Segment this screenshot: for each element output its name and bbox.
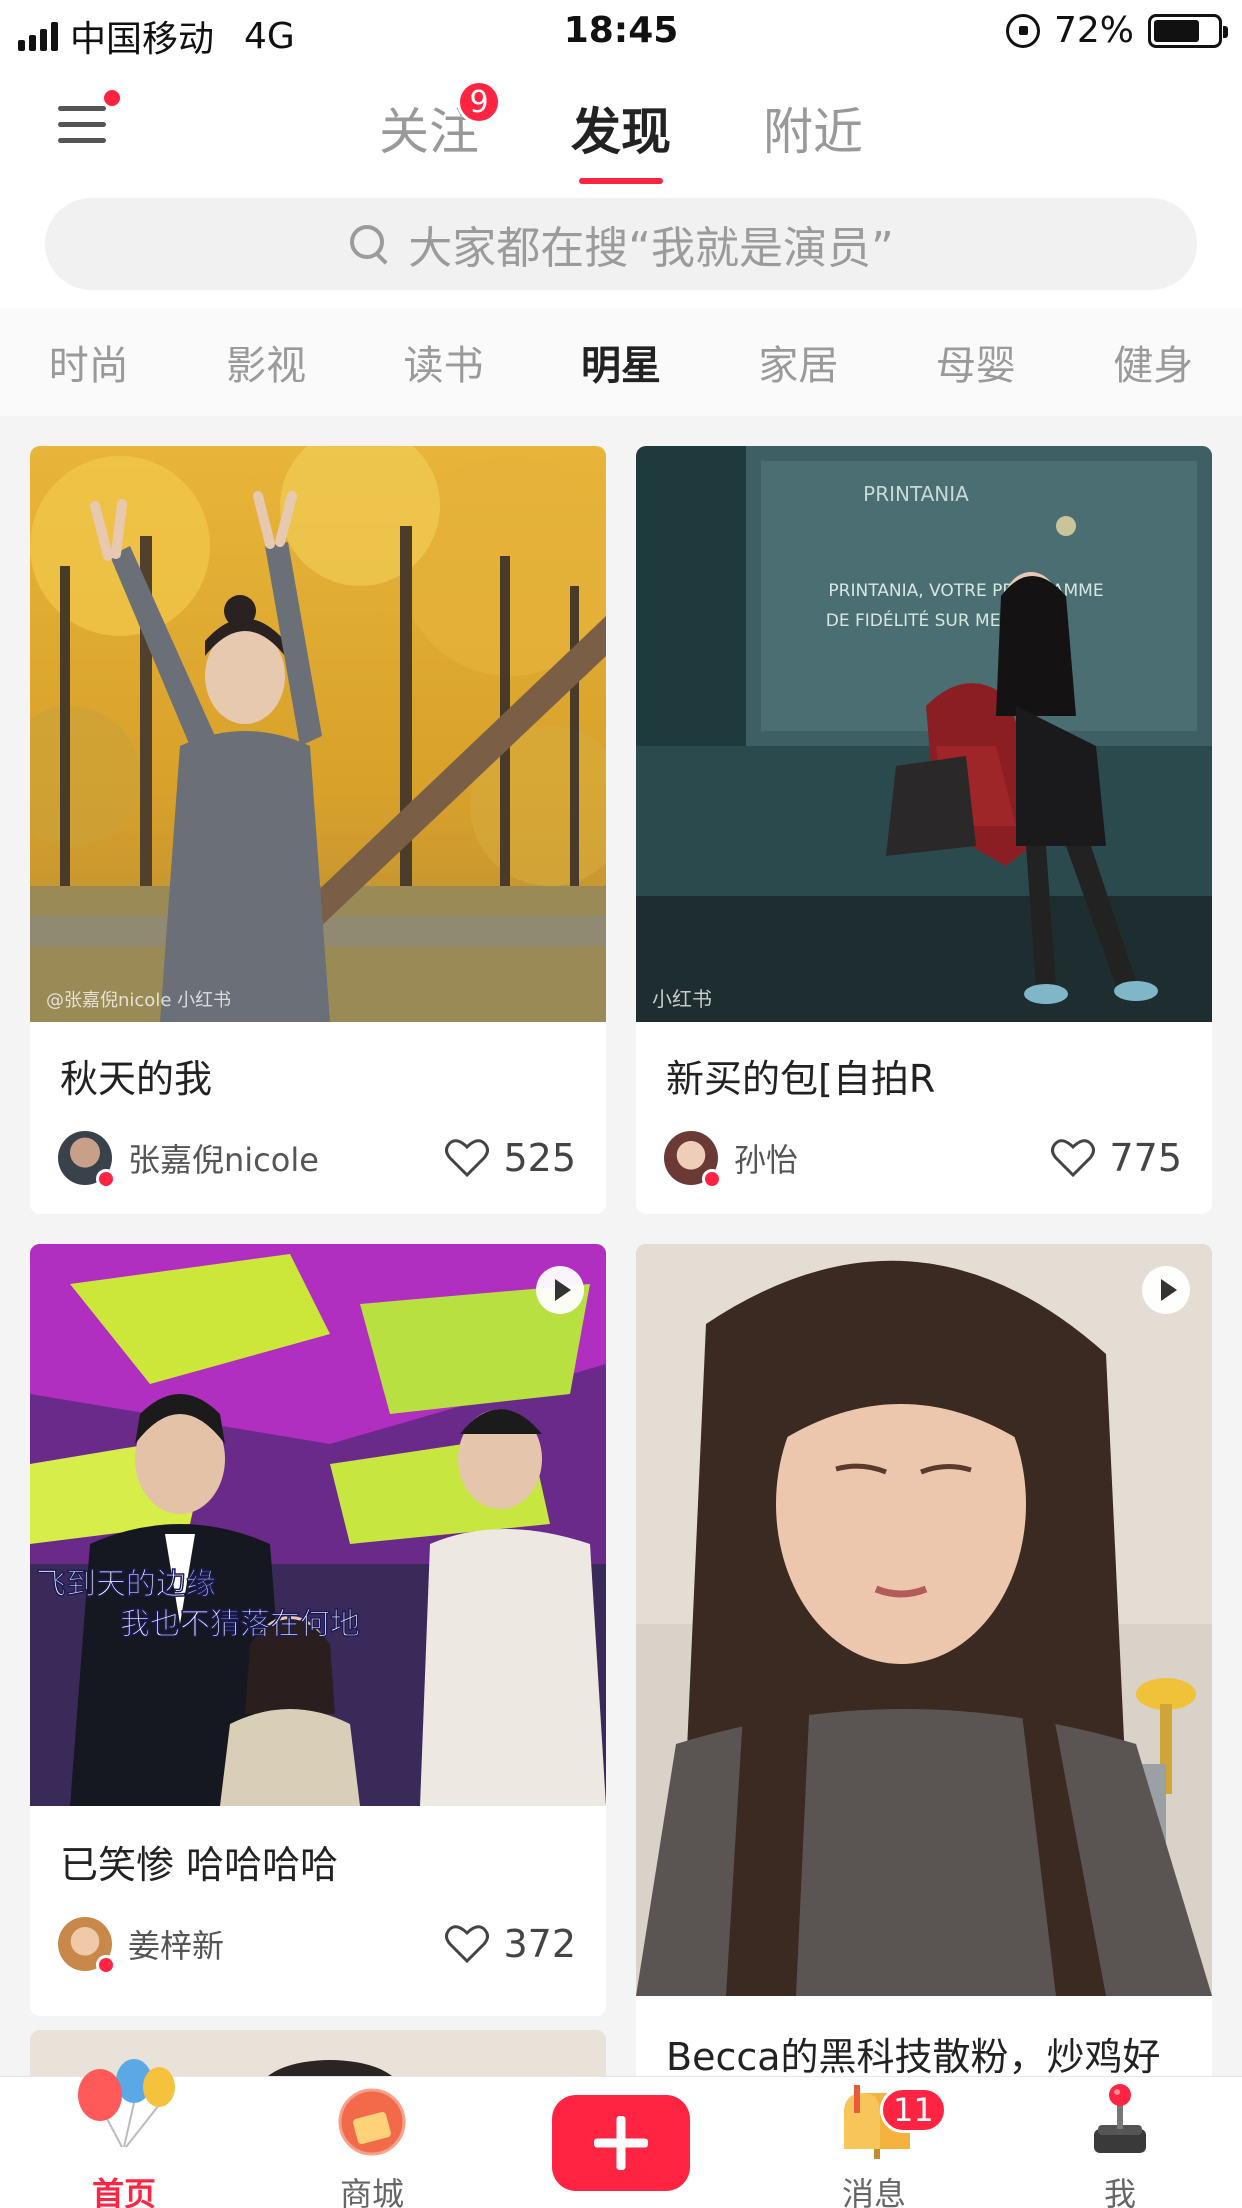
status-right: 72% [1005,10,1228,51]
like-button[interactable]: 372 [445,1922,576,1966]
joystick-icon [1094,2084,1146,2153]
note-card[interactable]: Becca的黑科技散粉，炒鸡好 [636,1244,1212,2076]
heart-icon [445,1139,490,1178]
note-card[interactable]: @张嘉倪nicole 小红书 秋天的我 张嘉倪nicole 525 [30,446,606,1214]
note-meta: 张嘉倪nicole 525 [58,1130,576,1189]
tab-nearby-label: 附近 [763,103,863,161]
play-icon[interactable] [1142,1266,1190,1314]
nav-me-label: 我 [1103,2175,1136,2208]
nav-mall-label: 商城 [339,2175,404,2208]
category-fitness[interactable]: 健身 [1113,333,1193,391]
category-bar: 时尚 影视 读书 明星 家居 母婴 健身 [0,308,1242,416]
note-title: 秋天的我 [60,1057,213,1101]
like-count: 525 [503,1136,576,1180]
note-card[interactable]: 飞到天的边缘 我也不猜落在何地 已笑惨 哈哈哈哈 姜梓新 372 [30,1244,606,2016]
note-cover-image[interactable] [636,1244,1212,1996]
nav-mall[interactable]: 商城 [292,2077,452,2208]
search-icon [348,223,390,265]
status-bar: 中国移动 4G 18:45 72% [0,0,1242,62]
note-title: 新买的包[自拍R [666,1057,936,1101]
author-name[interactable]: 张嘉倪nicole [128,1135,445,1181]
note-meta: 姜梓新 372 [58,1916,576,1975]
like-count: 775 [1109,1136,1182,1180]
category-fashion[interactable]: 时尚 [49,333,129,391]
like-count: 372 [503,1922,576,1966]
search-placeholder: 大家都在搜“我就是演员” [408,223,894,274]
nav-home-label: 首页 [91,2175,156,2208]
rotation-lock-icon [1005,13,1040,48]
top-tabs: 关注 9 发现 附近 [0,80,1242,184]
cover-watermark: 小红书 [652,987,712,1011]
note-cover-image[interactable]: PRINTANIA PRINTANIA, VOTRE PROGRAMME DE … [636,446,1212,1022]
tab-discover-label: 发现 [571,103,671,161]
category-baby[interactable]: 母婴 [936,333,1016,391]
shop-sign-line1: PRINTANIA [863,482,969,506]
tab-nearby[interactable]: 附近 [763,92,863,184]
avatar[interactable] [58,1131,116,1189]
search-bar[interactable]: 大家都在搜“我就是演员” [45,198,1197,290]
note-title: 已笑惨 哈哈哈哈 [60,1843,339,1887]
nav-home[interactable]: 首页 [44,2059,204,2208]
heart-icon [1051,1139,1096,1178]
cover-watermark: @张嘉倪nicole 小红书 [46,990,231,1011]
balloons-icon [78,2059,175,2148]
tab-discover[interactable]: 发现 [571,92,671,184]
battery-icon [1148,13,1228,48]
app-screen: 中国移动 4G 18:45 72% 关注 9 发现 附近 大家都在搜“我就是演员… [0,0,1242,2208]
follow-badge: 9 [457,80,501,124]
category-home[interactable]: 家居 [758,333,838,391]
battery-label: 72% [1053,10,1134,51]
heart-icon [445,1925,490,1964]
play-icon[interactable] [536,1266,584,1314]
verified-badge [96,1955,116,1975]
note-cover-image[interactable]: 飞到天的边缘 我也不猜落在何地 [30,1244,606,1806]
video-subtitle-line1: 飞到天的边缘 [36,1567,216,1602]
battery-fill [1154,19,1199,42]
note-meta: 孙怡 775 [664,1130,1182,1189]
note-cover-image[interactable]: @张嘉倪nicole 小红书 [30,446,606,1022]
category-film[interactable]: 影视 [226,333,306,391]
bottom-nav: 首页 商城 11 消息 我 [0,2059,1242,2208]
avatar[interactable] [58,1917,116,1975]
video-subtitle-line2: 我也不猜落在何地 [120,1607,360,1642]
mall-icon [338,2088,406,2156]
author-name[interactable]: 孙怡 [734,1135,1051,1181]
top-header: 关注 9 发现 附近 大家都在搜“我就是演员” [0,62,1242,308]
publish-button[interactable] [552,2095,690,2191]
category-celebrity[interactable]: 明星 [581,333,661,391]
nav-me[interactable]: 我 [1040,2077,1200,2208]
verified-badge [702,1169,722,1189]
note-card[interactable]: PRINTANIA PRINTANIA, VOTRE PROGRAMME DE … [636,446,1212,1214]
nav-messages[interactable]: 11 消息 [794,2077,954,2208]
note-title: Becca的黑科技散粉，炒鸡好 [666,2035,1161,2076]
feed-grid: @张嘉倪nicole 小红书 秋天的我 张嘉倪nicole 525 PRINTA… [0,416,1242,2076]
like-button[interactable]: 775 [1051,1136,1182,1180]
verified-badge [96,1169,116,1189]
like-button[interactable]: 525 [445,1136,576,1180]
author-name[interactable]: 姜梓新 [128,1921,445,1967]
tab-follow[interactable]: 关注 9 [379,80,501,184]
category-books[interactable]: 读书 [404,333,484,391]
nav-messages-label: 消息 [841,2175,906,2208]
avatar[interactable] [664,1131,722,1189]
messages-badge: 11 [880,2087,947,2133]
